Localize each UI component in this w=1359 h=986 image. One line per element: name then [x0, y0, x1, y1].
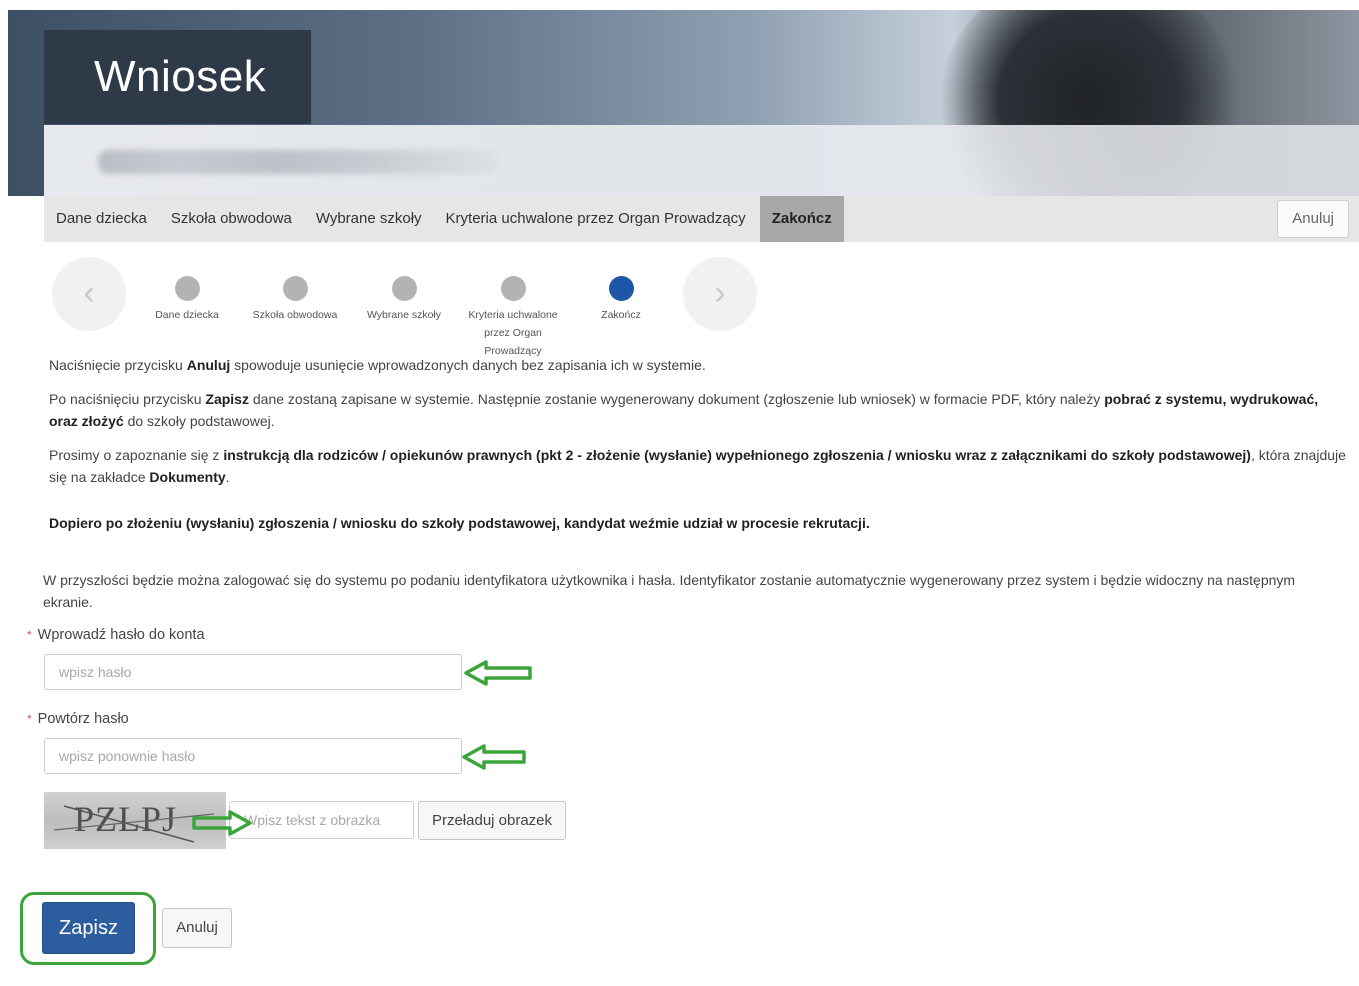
- step-label: Dane dziecka: [155, 309, 219, 321]
- step-dot-current: [608, 276, 634, 301]
- repeat-password-input[interactable]: [44, 738, 462, 774]
- step-label: Szkoła obwodowa: [252, 309, 338, 321]
- repeat-password-label: * Powtórz hasło: [27, 711, 129, 727]
- documents-link[interactable]: Dokumenty: [149, 469, 225, 485]
- reload-captcha-button[interactable]: Przeładuj obrazek: [418, 801, 566, 840]
- step-dot-done: [500, 276, 526, 301]
- step-zakoncz[interactable]: Zakończ: [566, 276, 676, 324]
- captcha-input[interactable]: [229, 801, 414, 839]
- tabs-cancel-button[interactable]: Anuluj: [1277, 200, 1349, 238]
- step-wybrane-szkoly[interactable]: Wybrane szkoły: [349, 276, 459, 324]
- instructions-link[interactable]: instrukcją dla rodziców / opiekunów praw…: [223, 447, 1251, 463]
- cancel-button[interactable]: Anuluj: [162, 908, 232, 948]
- chevron-left-icon[interactable]: ‹: [52, 257, 126, 331]
- step-label: Kryteria uchwalone przez Organ Prowadząc…: [468, 309, 558, 357]
- blurred-school-name: [98, 150, 498, 174]
- chevron-right-icon[interactable]: ›: [683, 257, 757, 331]
- info-recruitment-notice: Dopiero po złożeniu (wysłaniu) zgłoszeni…: [49, 515, 870, 531]
- tab-kryteria[interactable]: Kryteria uchwalone przez Organ Prowadząc…: [434, 196, 758, 242]
- password-label: * Wprowadź hasło do konta: [27, 627, 205, 643]
- tab-zakoncz[interactable]: Zakończ: [759, 196, 844, 242]
- annotation-arrow-icon: [192, 810, 252, 836]
- step-label: Wybrane szkoły: [366, 309, 441, 321]
- step-dot-done: [391, 276, 417, 301]
- step-szkola-obwodowa[interactable]: Szkoła obwodowa: [240, 276, 350, 324]
- page-title: Wniosek: [44, 30, 311, 124]
- annotation-arrow-icon: [462, 744, 526, 770]
- info-instructions-text: Prosimy o zapoznanie się z instrukcją dl…: [49, 447, 1346, 485]
- wizard-tabs: Dane dziecka Szkoła obwodowa Wybrane szk…: [44, 196, 1359, 242]
- tab-wybrane-szkoly[interactable]: Wybrane szkoły: [304, 196, 434, 242]
- save-button[interactable]: Zapisz: [42, 902, 135, 954]
- info-save-text: Po naciśnięciu przycisku Zapisz dane zos…: [49, 391, 1319, 429]
- step-dane-dziecka[interactable]: Dane dziecka: [132, 276, 242, 324]
- info-login-text: W przyszłości będzie można zalogować się…: [43, 572, 1296, 610]
- tab-szkola-obwodowa[interactable]: Szkoła obwodowa: [159, 196, 304, 242]
- step-dot-done: [282, 276, 308, 301]
- tab-dane-dziecka[interactable]: Dane dziecka: [44, 196, 159, 242]
- step-kryteria[interactable]: Kryteria uchwalone przez Organ Prowadząc…: [462, 276, 564, 360]
- required-marker: *: [27, 628, 32, 642]
- password-input[interactable]: [44, 654, 462, 690]
- info-cancel-text: Naciśnięcie przycisku Anuluj spowoduje u…: [49, 357, 706, 373]
- required-marker: *: [27, 712, 32, 726]
- step-label: Zakończ: [601, 309, 641, 321]
- step-dot-done: [174, 276, 200, 301]
- annotation-arrow-icon: [464, 660, 532, 686]
